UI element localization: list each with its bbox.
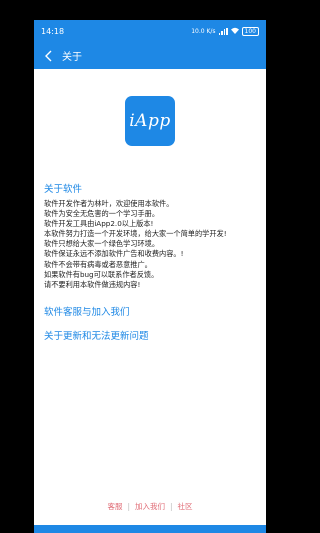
about-title: 关于软件 xyxy=(44,184,83,195)
app-screen: 14:18 10.0 K/s 100 关于 iApp 关于软件 软件开发作者为林… xyxy=(34,20,266,533)
desc-line: 如果软件有bug可以联系作者反馈。 xyxy=(44,269,159,279)
update-issues-link[interactable]: 关于更新和无法更新问题 xyxy=(44,328,256,342)
footer-links: 客服 | 加入我们 | 社区 xyxy=(34,501,266,512)
desc-line: 软件不会带有病毒或者恶意推广。 xyxy=(44,259,152,269)
desc-line: 软件只想给大家一个绿色学习环境。 xyxy=(44,239,160,249)
desc-line: 软件保证永远不添加软件广告和收费内容。! xyxy=(44,249,184,259)
status-time: 14:18 xyxy=(41,26,65,36)
bottom-nav-bar xyxy=(34,525,266,533)
network-speed: 10.0 K/s xyxy=(191,27,216,35)
desc-line: 软件开发作者为林叶，欢迎使用本软件。 xyxy=(44,199,174,208)
desc-line: 本软件努力打造一个开发环境，给大家一个简单的学开发! xyxy=(44,229,227,239)
desc-line: 软件开发工具由iApp2.0以上版本! xyxy=(44,219,154,229)
status-bar: 14:18 10.0 K/s 100 xyxy=(34,20,266,42)
desc-line: 软件为安全无危害的一个学习手册。 xyxy=(44,209,160,219)
status-icons: 10.0 K/s 100 xyxy=(191,26,259,36)
footer-separator: | xyxy=(170,502,173,511)
main-content: iApp 关于软件 软件开发作者为林叶，欢迎使用本软件。 软件为安全无危害的一个… xyxy=(34,96,266,342)
footer-separator: | xyxy=(127,502,130,511)
app-logo: iApp xyxy=(125,96,175,146)
title-bar: 关于 xyxy=(34,42,266,69)
footer-join-link[interactable]: 加入我们 xyxy=(135,501,165,512)
wifi-icon xyxy=(230,27,239,36)
back-arrow-icon[interactable] xyxy=(42,49,56,63)
battery-icon: 100 xyxy=(241,26,259,36)
signal-icon xyxy=(218,27,228,35)
service-join-link[interactable]: 软件客服与加入我们 xyxy=(44,304,256,318)
footer-service-link[interactable]: 客服 xyxy=(107,501,122,512)
about-description: 软件开发作者为林叶，欢迎使用本软件。 软件为安全无危害的一个学习手册。 软件开发… xyxy=(44,199,256,290)
desc-line: 请不要利用本软件做违规内容! xyxy=(44,279,141,289)
footer-community-link[interactable]: 社区 xyxy=(178,501,193,512)
page-title: 关于 xyxy=(62,52,82,63)
